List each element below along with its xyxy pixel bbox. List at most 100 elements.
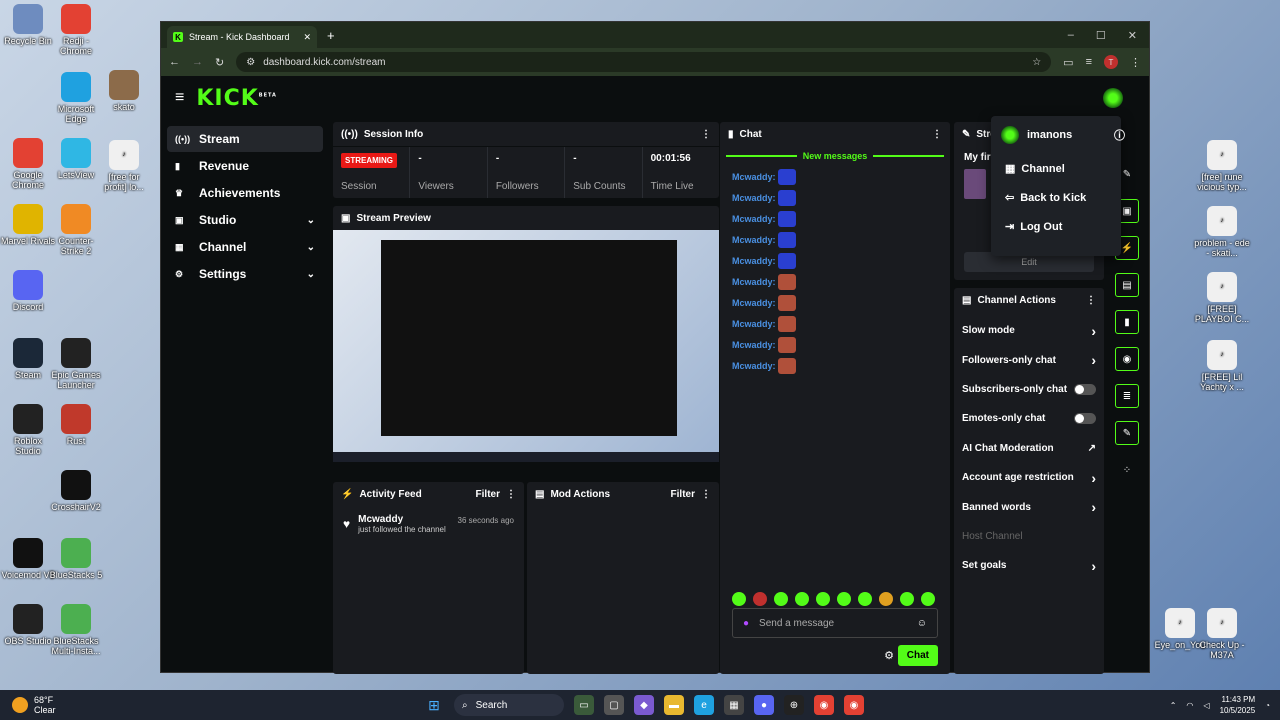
rail-list-icon[interactable]: ▤: [1115, 273, 1139, 297]
chat-username[interactable]: Mcwaddy:: [732, 256, 776, 266]
dropdown-channel[interactable]: ▦ Channel: [991, 154, 1121, 183]
back-arrow-icon[interactable]: ←: [169, 56, 180, 68]
sidebar-item-revenue[interactable]: ▮ Revenue: [167, 153, 323, 179]
chat-username[interactable]: Mcwaddy:: [732, 193, 776, 203]
desktop-icon[interactable]: ♪ Check Up - M37A: [1194, 608, 1250, 660]
tab-kick-dashboard[interactable]: K Stream - Kick Dashboard ✕: [167, 26, 317, 48]
emoji-icon[interactable]: ☺: [917, 618, 927, 629]
desktop-icon[interactable]: ♪ [free] rune vicious typ...: [1194, 140, 1250, 192]
channel-action-subscribers-only-chat[interactable]: Subscribers-only chat: [954, 375, 1104, 404]
sidebar-item-stream[interactable]: ((•)) Stream: [167, 126, 323, 152]
store-icon[interactable]: ▦: [724, 695, 744, 715]
minimize-button[interactable]: –: [1068, 29, 1074, 42]
url-field[interactable]: ⚙ dashboard.kick.com/stream ☆: [236, 52, 1052, 72]
bookmark-star-icon[interactable]: ☆: [1032, 57, 1041, 68]
microphone-icon[interactable]: ●: [743, 618, 749, 629]
edge-taskbar-icon[interactable]: e: [694, 695, 714, 715]
tray-chevron-icon[interactable]: ⌃: [1170, 701, 1177, 710]
taskbar-search[interactable]: ⌕ Search: [454, 694, 564, 716]
channel-action-slow-mode[interactable]: Slow mode ›: [954, 316, 1104, 345]
channel-action-account-age-restriction[interactable]: Account age restriction ›: [954, 463, 1104, 492]
desktop-icon[interactable]: skato: [96, 70, 152, 112]
hamburger-menu-icon[interactable]: ≡: [175, 89, 184, 107]
rail-more-icon[interactable]: ⁘: [1115, 458, 1139, 482]
file-explorer-icon[interactable]: ▬: [664, 695, 684, 715]
emote-button[interactable]: [816, 592, 830, 606]
close-window-button[interactable]: ✕: [1128, 29, 1137, 42]
desktop-icon[interactable]: Epic Games Launcher: [48, 338, 104, 390]
emote-button[interactable]: [858, 592, 872, 606]
emote-button[interactable]: [837, 592, 851, 606]
desktop-icon[interactable]: ♪ problem - ede - skati...: [1194, 206, 1250, 258]
sidebar-item-channel[interactable]: ▦ Channel ⌄: [167, 234, 323, 260]
desktop-icon[interactable]: BlueStacks Multi-Insta...: [48, 604, 104, 656]
mod-menu-icon[interactable]: ⋮: [701, 489, 711, 500]
desktop-icon[interactable]: Rust: [48, 404, 104, 446]
chat-username[interactable]: Mcwaddy:: [732, 319, 776, 329]
sidebar-item-studio[interactable]: ▣ Studio ⌄: [167, 207, 323, 233]
emote-button[interactable]: [774, 592, 788, 606]
emote-button[interactable]: [753, 592, 767, 606]
forward-arrow-icon[interactable]: →: [192, 56, 203, 68]
notifications-icon[interactable]: ◔: [1265, 701, 1270, 710]
chat-username[interactable]: Mcwaddy:: [732, 361, 776, 371]
desktop-icon[interactable]: ♪ [FREE] Lil Yachty x ...: [1194, 340, 1250, 392]
dropdown-back-to-kick[interactable]: ⇦ Back to Kick: [991, 183, 1121, 212]
channel-action-set-goals[interactable]: Set goals ›: [954, 551, 1104, 580]
channel-action-followers-only-chat[interactable]: Followers-only chat ›: [954, 345, 1104, 374]
crosshair-taskbar-icon[interactable]: ⊕: [784, 695, 804, 715]
desktop-icon[interactable]: CrosshairV2: [48, 470, 104, 512]
chat-username[interactable]: Mcwaddy:: [732, 172, 776, 182]
clock[interactable]: 11:43 PM 10/5/2025: [1220, 694, 1256, 716]
chat-username[interactable]: Mcwaddy:: [732, 340, 776, 350]
menu-dots-icon[interactable]: ⋮: [1130, 56, 1141, 69]
site-info-icon[interactable]: ⚙: [246, 57, 255, 68]
emote-button[interactable]: [900, 592, 914, 606]
actions-menu-icon[interactable]: ⋮: [1086, 295, 1096, 306]
emote-button[interactable]: [732, 592, 746, 606]
weather-widget[interactable]: 68°F Clear: [0, 695, 56, 715]
desktop-icon[interactable]: Discord: [0, 270, 56, 312]
emote-button[interactable]: [921, 592, 935, 606]
desktop-icon[interactable]: Counter-Strike 2: [48, 204, 104, 256]
mod-filter-button[interactable]: Filter: [671, 489, 695, 500]
copilot-icon[interactable]: ◆: [634, 695, 654, 715]
sidebar-item-settings[interactable]: ⚙ Settings ⌄: [167, 261, 323, 287]
chat-menu-icon[interactable]: ⋮: [932, 129, 942, 140]
profile-avatar[interactable]: T: [1104, 55, 1118, 69]
extensions-icon[interactable]: ≡: [1086, 56, 1092, 68]
desktop-icon[interactable]: Redji - Chrome: [48, 4, 104, 56]
chat-settings-gear-icon[interactable]: ⚙: [884, 649, 894, 662]
chat-username[interactable]: Mcwaddy:: [732, 277, 776, 287]
chat-send-button[interactable]: Chat: [897, 645, 938, 666]
close-tab-icon[interactable]: ✕: [303, 32, 311, 43]
desktop-icon[interactable]: BlueStacks 5: [48, 538, 104, 580]
info-icon[interactable]: ⓘ: [1114, 127, 1125, 143]
cast-icon[interactable]: ▭: [1063, 56, 1073, 69]
activity-filter-button[interactable]: Filter: [476, 489, 500, 500]
emote-button[interactable]: [795, 592, 809, 606]
rail-stack-icon[interactable]: ≣: [1115, 384, 1139, 408]
chrome-taskbar-icon[interactable]: ◉: [814, 695, 834, 715]
chat-username[interactable]: Mcwaddy:: [732, 298, 776, 308]
rail-signal-icon[interactable]: ◉: [1115, 347, 1139, 371]
toggle-switch[interactable]: [1074, 383, 1096, 395]
user-avatar[interactable]: [1103, 88, 1123, 108]
activity-menu-icon[interactable]: ⋮: [506, 489, 516, 500]
channel-action-emotes-only-chat[interactable]: Emotes-only chat: [954, 404, 1104, 433]
reload-icon[interactable]: ↻: [215, 56, 224, 69]
sidebar-item-achievements[interactable]: ♛ Achievements: [167, 180, 323, 206]
wifi-icon[interactable]: ◠: [1186, 701, 1193, 710]
maximize-button[interactable]: ☐: [1096, 29, 1106, 42]
chat-input[interactable]: ● Send a message ☺: [732, 608, 938, 638]
widgets-icon[interactable]: ▢: [604, 695, 624, 715]
rail-chat-icon[interactable]: ▮: [1115, 310, 1139, 334]
speaker-icon[interactable]: ◁: [1203, 701, 1209, 710]
stream-preview-video[interactable]: [333, 230, 719, 462]
desktop-icon[interactable]: ♪ [free for profit] lo...: [96, 140, 152, 192]
kick-logo[interactable]: KICKBETA: [196, 86, 277, 111]
dropdown-log-out[interactable]: ⇥ Log Out: [991, 212, 1121, 241]
start-windows-icon[interactable]: ⊞: [424, 695, 444, 715]
desktop-icon[interactable]: ♪ [FREE] PLAYBOI C...: [1194, 272, 1250, 324]
chat-username[interactable]: Mcwaddy:: [732, 235, 776, 245]
